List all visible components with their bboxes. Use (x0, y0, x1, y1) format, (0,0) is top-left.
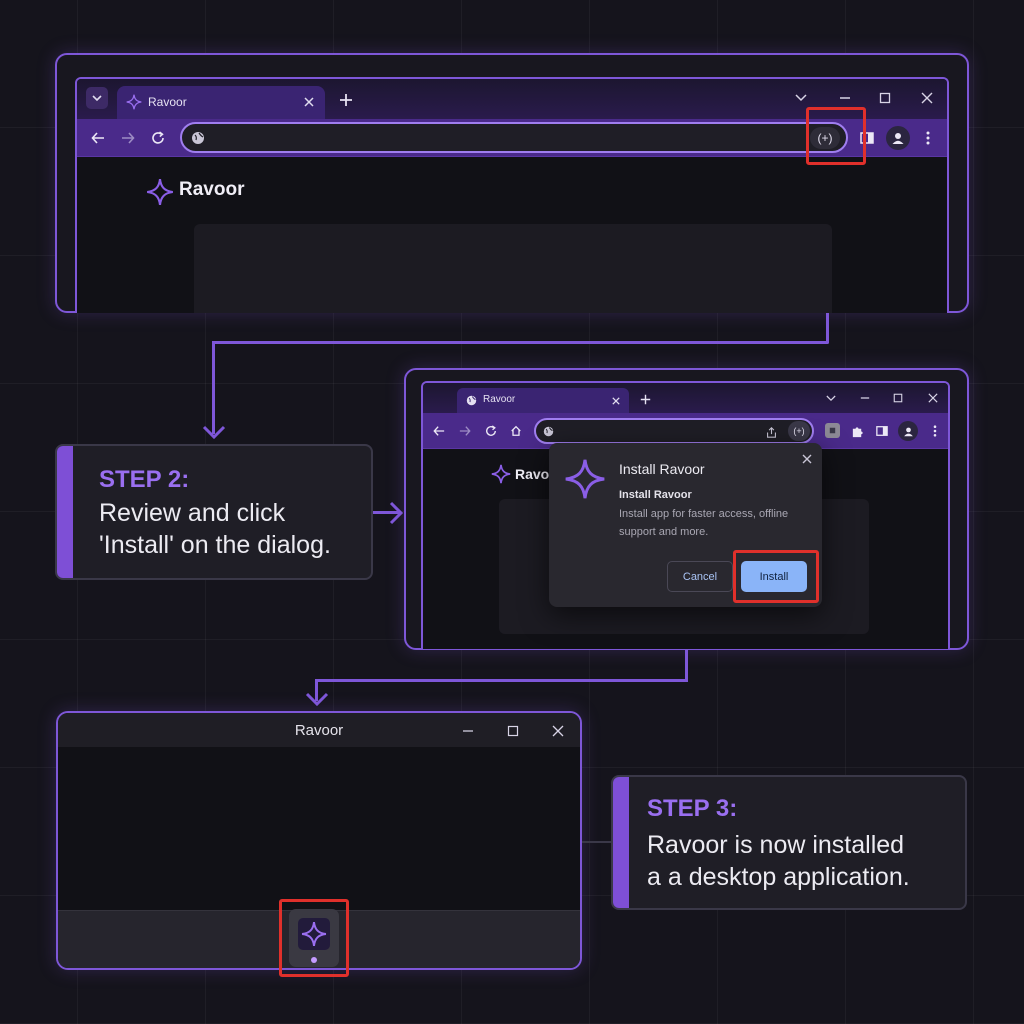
page-content: Ravoor (77, 157, 947, 313)
tab-list-chevron-down-icon[interactable] (823, 390, 839, 406)
new-tab-plus-icon[interactable] (335, 89, 357, 111)
maximize-icon[interactable] (875, 88, 895, 108)
step3-body-line1: Ravoor is now installed (647, 831, 905, 859)
tab-ravoor[interactable]: Ravoor (117, 86, 325, 119)
reload-icon[interactable] (148, 128, 168, 148)
connector-line (212, 341, 215, 434)
taskbar-icon-highlight (279, 899, 349, 977)
connector-line (685, 650, 688, 682)
content-placeholder (194, 224, 832, 313)
back-icon[interactable] (88, 128, 108, 148)
share-icon[interactable] (764, 425, 778, 439)
install-button-highlight (733, 550, 819, 603)
dialog-close-icon[interactable] (799, 451, 815, 467)
step2-body-line1: Review and click (99, 499, 286, 527)
tab-search-chevron-down-icon[interactable] (86, 87, 108, 109)
step2-accent-bar (57, 446, 73, 578)
ravoor-logo-icon (490, 463, 512, 485)
forward-icon[interactable] (118, 128, 138, 148)
tab-close-icon[interactable] (609, 394, 622, 407)
back-icon[interactable] (431, 423, 447, 439)
minimize-icon[interactable] (835, 88, 855, 108)
install-icon-highlight (806, 107, 866, 165)
step3-body-line2: a a desktop application. (647, 863, 910, 891)
address-bar[interactable]: (+) (534, 418, 814, 444)
globe-icon (465, 394, 478, 407)
tab-strip: Ravoor (423, 383, 948, 413)
new-tab-plus-icon[interactable] (637, 391, 653, 407)
tab-close-icon[interactable] (301, 94, 317, 110)
address-bar[interactable]: (+) (180, 122, 848, 153)
dialog-description-line2: support and more. (619, 526, 709, 538)
dialog-subtitle: Install Ravoor (619, 489, 692, 501)
step3-accent-bar (613, 777, 629, 908)
tab-list-chevron-down-icon[interactable] (791, 88, 811, 108)
sidebar-icon[interactable] (874, 423, 890, 439)
step2-card: STEP 2: Review and click 'Install' on th… (55, 444, 373, 580)
ravoor-logo-icon (126, 94, 142, 110)
maximize-icon[interactable] (890, 390, 906, 406)
reload-icon[interactable] (483, 423, 499, 439)
globe-icon (190, 130, 206, 146)
maximize-icon[interactable] (503, 721, 523, 741)
connector-line (212, 341, 829, 344)
brand-name: Ravoor (179, 179, 245, 200)
tab-title: Ravoor (483, 394, 516, 405)
extension-icon[interactable] (825, 423, 840, 438)
forward-icon[interactable] (457, 423, 473, 439)
step3-title: STEP 3: (647, 795, 738, 822)
home-icon[interactable] (508, 423, 524, 439)
connector-line (582, 841, 612, 843)
ravoor-app-icon (563, 457, 607, 501)
dialog-description-line1: Install app for faster access, offline (619, 508, 789, 520)
step2-body-line2: 'Install' on the dialog. (99, 531, 331, 559)
more-menu-icon[interactable] (918, 128, 938, 148)
step2-title: STEP 2: (99, 466, 190, 493)
connector-arrowhead (202, 425, 226, 440)
close-window-icon[interactable] (925, 390, 941, 406)
step3-card: STEP 3: Ravoor is now installed a a desk… (611, 775, 967, 910)
profile-icon[interactable] (886, 126, 910, 150)
connector-arrowhead (389, 501, 404, 525)
minimize-icon[interactable] (857, 390, 873, 406)
more-menu-icon[interactable] (927, 423, 943, 439)
connector-line (315, 679, 688, 682)
dialog-title: Install Ravoor (619, 461, 705, 477)
puzzle-icon[interactable] (849, 423, 865, 439)
tab-ravoor[interactable]: Ravoor (457, 388, 629, 413)
globe-icon (542, 425, 555, 438)
close-window-icon[interactable] (917, 88, 937, 108)
close-window-icon[interactable] (548, 721, 568, 741)
connector-arrowhead (305, 692, 329, 706)
connector-line (826, 313, 829, 343)
window-title: Ravoor (294, 722, 344, 739)
cancel-button[interactable]: Cancel (667, 561, 733, 592)
app-title-bar: Ravoor (58, 713, 580, 747)
profile-icon[interactable] (898, 421, 918, 441)
ravoor-logo-icon (145, 177, 175, 207)
minimize-icon[interactable] (458, 721, 478, 741)
tab-title: Ravoor (148, 95, 187, 109)
install-app-icon[interactable]: (+) (788, 421, 810, 441)
